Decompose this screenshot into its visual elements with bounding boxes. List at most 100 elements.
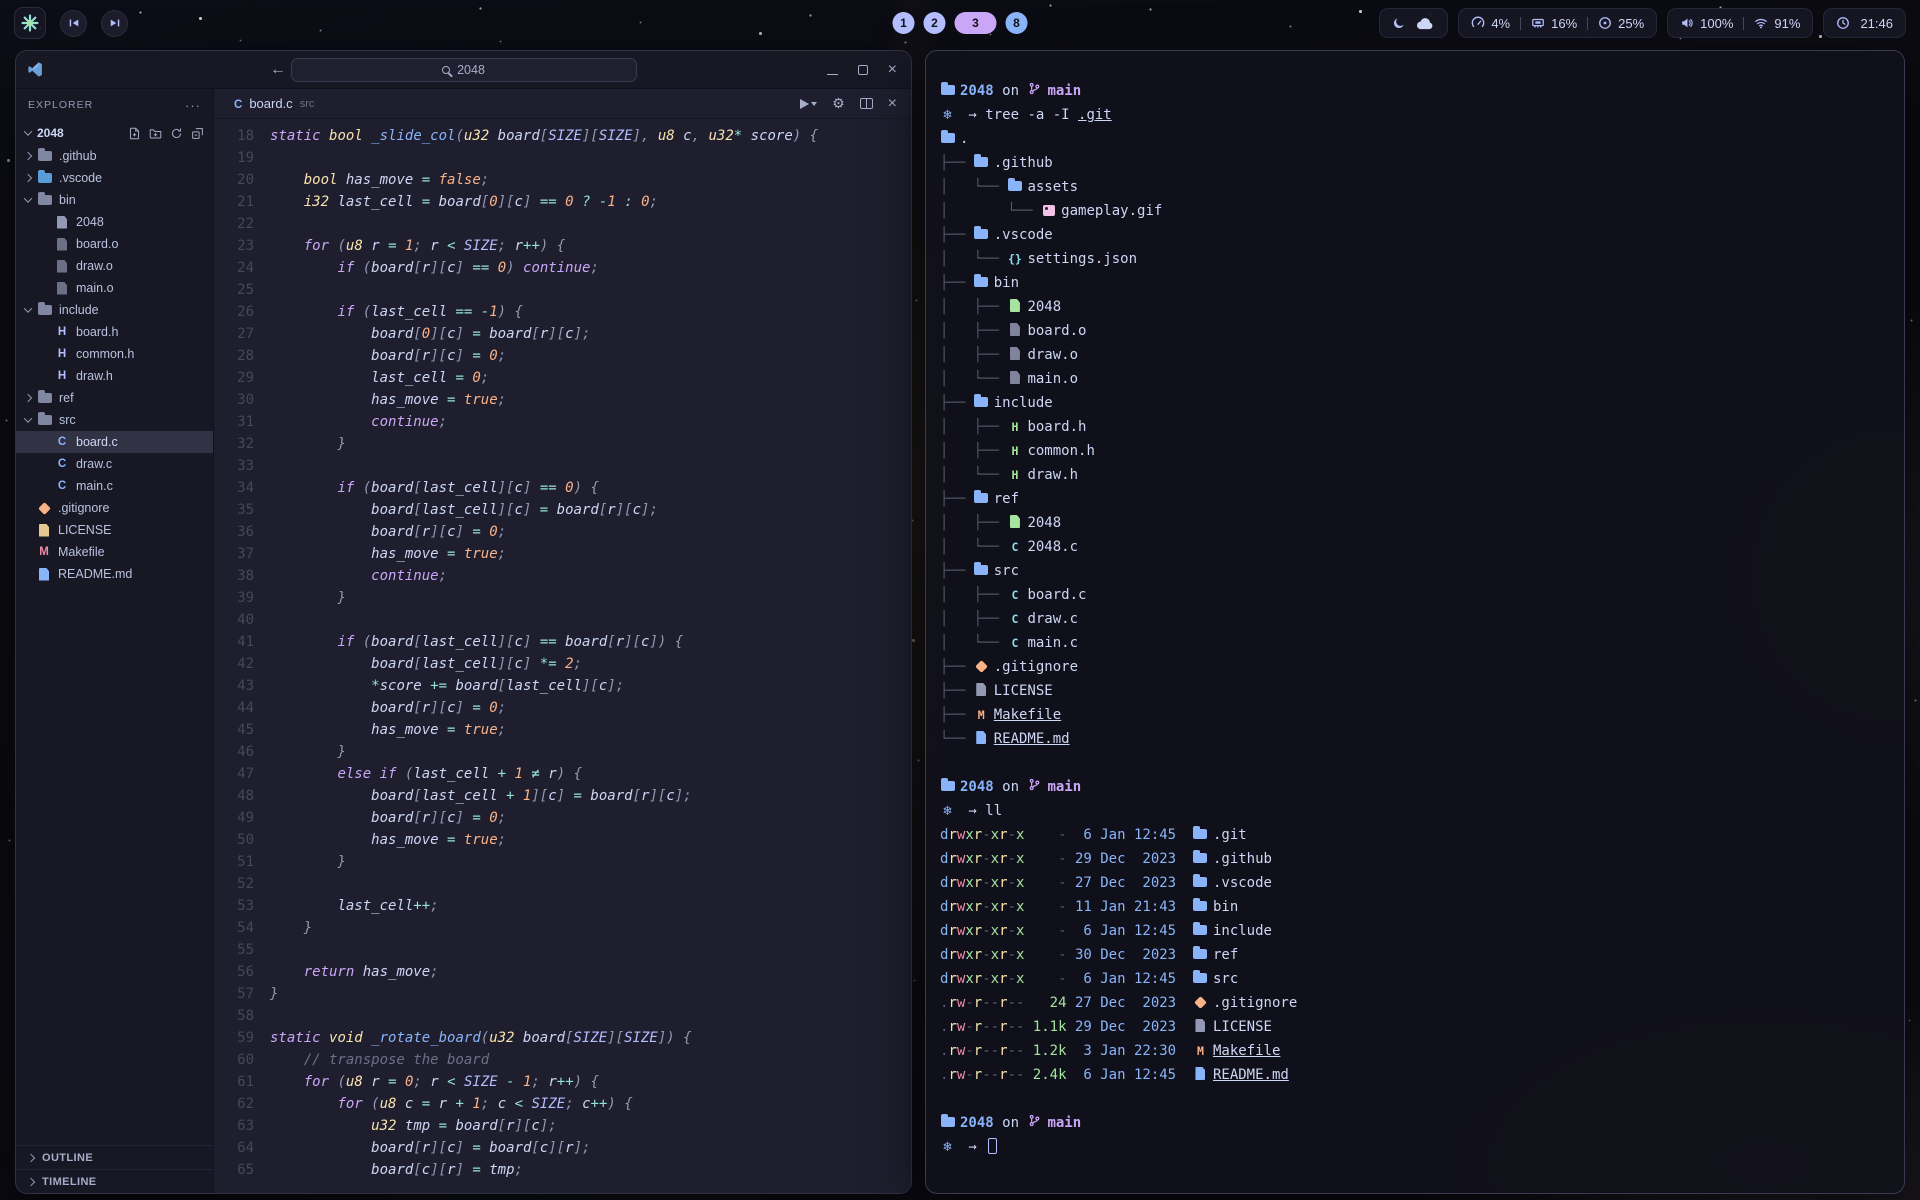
tree-item-main.o[interactable]: main.o	[16, 277, 213, 299]
tree-item-README.md[interactable]: README.md	[16, 563, 213, 585]
run-file-button[interactable]	[800, 99, 817, 109]
code-line[interactable]: 22	[214, 213, 911, 235]
code-line[interactable]: 36 board[r][c] = 0;	[214, 521, 911, 543]
line-number[interactable]: 20	[214, 169, 254, 191]
line-number[interactable]: 18	[214, 125, 254, 147]
code-line[interactable]: 33	[214, 455, 911, 477]
line-number[interactable]: 34	[214, 477, 254, 499]
line-number[interactable]: 64	[214, 1137, 254, 1159]
code-line[interactable]: 63 u32 tmp = board[r][c];	[214, 1115, 911, 1137]
line-number[interactable]: 36	[214, 521, 254, 543]
maximize-button[interactable]	[858, 64, 868, 77]
explorer-title[interactable]: EXPLORER	[28, 99, 93, 111]
line-number[interactable]: 55	[214, 939, 254, 961]
command-center-search[interactable]: 2048	[291, 58, 637, 82]
line-number[interactable]: 65	[214, 1159, 254, 1181]
media-next-button[interactable]	[101, 10, 128, 37]
line-number[interactable]: 30	[214, 389, 254, 411]
code-line[interactable]: 53 last_cell++;	[214, 895, 911, 917]
line-number[interactable]: 54	[214, 917, 254, 939]
tree-item-LICENSE[interactable]: LICENSE	[16, 519, 213, 541]
line-number[interactable]: 61	[214, 1071, 254, 1093]
terminal-content[interactable]: 2048 on main❄ → tree -a -I .git.├── .git…	[926, 51, 1904, 1159]
line-number[interactable]: 51	[214, 851, 254, 873]
code-line[interactable]: 32 }	[214, 433, 911, 455]
line-number[interactable]: 40	[214, 609, 254, 631]
line-number[interactable]: 24	[214, 257, 254, 279]
tree-item-.github[interactable]: .github	[16, 145, 213, 167]
tree-item-include[interactable]: include	[16, 299, 213, 321]
code-line[interactable]: 35 board[last_cell][c] = board[r][c];	[214, 499, 911, 521]
line-number[interactable]: 44	[214, 697, 254, 719]
code-line[interactable]: 44 board[r][c] = 0;	[214, 697, 911, 719]
line-number[interactable]: 42	[214, 653, 254, 675]
code-line[interactable]: 55	[214, 939, 911, 961]
volume-network-widget[interactable]: 100%91%	[1667, 8, 1813, 38]
line-number[interactable]: 26	[214, 301, 254, 323]
code-line[interactable]: 29 last_cell = 0;	[214, 367, 911, 389]
tab-board.c[interactable]: C board.c src	[224, 89, 324, 118]
line-number[interactable]: 57	[214, 983, 254, 1005]
workspace-2[interactable]: 2	[924, 12, 946, 34]
code-line[interactable]: 41 if (board[last_cell][c] == board[r][c…	[214, 631, 911, 653]
code-line[interactable]: 47 else if (last_cell + 1 ≠ r) {	[214, 763, 911, 785]
media-previous-button[interactable]	[60, 10, 87, 37]
code-line[interactable]: 21 i32 last_cell = board[0][c] == 0 ? -1…	[214, 191, 911, 213]
close-editor-button[interactable]: ×	[888, 96, 897, 112]
tree-item-bin[interactable]: bin	[16, 189, 213, 211]
code-editor[interactable]: 18static bool _slide_col(u32 board[SIZE]…	[214, 119, 911, 1193]
line-number[interactable]: 62	[214, 1093, 254, 1115]
code-line[interactable]: 20 bool has_move = false;	[214, 169, 911, 191]
clock-widget[interactable]: 21:46	[1823, 8, 1906, 38]
code-line[interactable]: 19	[214, 147, 911, 169]
weather-widget[interactable]	[1379, 8, 1448, 38]
workspace-1[interactable]: 1	[893, 12, 915, 34]
line-number[interactable]: 56	[214, 961, 254, 983]
code-line[interactable]: 25	[214, 279, 911, 301]
code-line[interactable]: 51 }	[214, 851, 911, 873]
refresh-button[interactable]	[170, 127, 183, 140]
tree-item-2048[interactable]: 2048	[16, 211, 213, 233]
line-number[interactable]: 21	[214, 191, 254, 213]
code-line[interactable]: 57}	[214, 983, 911, 1005]
launcher-button[interactable]	[14, 7, 46, 39]
code-line[interactable]: 65 board[c][r] = tmp;	[214, 1159, 911, 1181]
line-number[interactable]: 45	[214, 719, 254, 741]
code-line[interactable]: 30 has_move = true;	[214, 389, 911, 411]
code-line[interactable]: 39 }	[214, 587, 911, 609]
code-line[interactable]: 27 board[0][c] = board[r][c];	[214, 323, 911, 345]
code-line[interactable]: 38 continue;	[214, 565, 911, 587]
line-number[interactable]: 32	[214, 433, 254, 455]
close-button[interactable]: ×	[888, 62, 897, 78]
tree-item-draw.o[interactable]: draw.o	[16, 255, 213, 277]
tree-item-board.h[interactable]: Hboard.h	[16, 321, 213, 343]
settings-gear-button[interactable]: ⚙	[832, 97, 845, 111]
line-number[interactable]: 59	[214, 1027, 254, 1049]
tree-item-draw.h[interactable]: Hdraw.h	[16, 365, 213, 387]
tree-item-src[interactable]: src	[16, 409, 213, 431]
line-number[interactable]: 48	[214, 785, 254, 807]
tree-item-board.o[interactable]: board.o	[16, 233, 213, 255]
code-line[interactable]: 23 for (u8 r = 1; r < SIZE; r++) {	[214, 235, 911, 257]
line-number[interactable]: 23	[214, 235, 254, 257]
line-number[interactable]: 63	[214, 1115, 254, 1137]
code-line[interactable]: 43 *score += board[last_cell][c];	[214, 675, 911, 697]
code-line[interactable]: 49 board[r][c] = 0;	[214, 807, 911, 829]
code-line[interactable]: 50 has_move = true;	[214, 829, 911, 851]
project-root-row[interactable]: 2048	[16, 121, 213, 145]
code-line[interactable]: 54 }	[214, 917, 911, 939]
tree-item-Makefile[interactable]: MMakefile	[16, 541, 213, 563]
code-line[interactable]: 26 if (last_cell == -1) {	[214, 301, 911, 323]
timeline-section[interactable]: TIMELINE	[16, 1169, 213, 1193]
line-number[interactable]: 46	[214, 741, 254, 763]
code-line[interactable]: 18static bool _slide_col(u32 board[SIZE]…	[214, 125, 911, 147]
collapse-all-button[interactable]	[191, 127, 204, 140]
code-line[interactable]: 37 has_move = true;	[214, 543, 911, 565]
line-number[interactable]: 58	[214, 1005, 254, 1027]
tree-item-.vscode[interactable]: .vscode	[16, 167, 213, 189]
tree-item-.gitignore[interactable]: .gitignore	[16, 497, 213, 519]
code-line[interactable]: 58	[214, 1005, 911, 1027]
vscode-window[interactable]: ← → 2048 × EXPLORER ··· 2048	[15, 50, 912, 1194]
line-number[interactable]: 60	[214, 1049, 254, 1071]
explorer-menu-button[interactable]: ···	[185, 98, 201, 113]
